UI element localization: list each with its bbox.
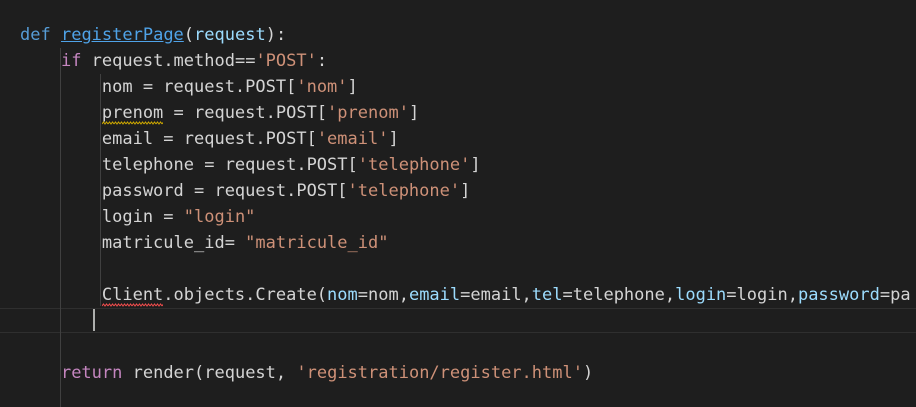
code-token: ] bbox=[470, 155, 481, 175]
code-token: password bbox=[797, 285, 880, 305]
code-token: =pa bbox=[879, 285, 911, 305]
code-token: =telephone, bbox=[562, 285, 676, 305]
code-token: =login, bbox=[726, 285, 798, 305]
code-token: request.method== bbox=[81, 51, 256, 71]
code-line[interactable]: matricule_id= "matricule_id" bbox=[20, 230, 389, 256]
code-line[interactable]: telephone = request.POST['telephone'] bbox=[20, 152, 481, 178]
code-editor[interactable]: def registerPage(request): if request.me… bbox=[0, 0, 916, 407]
code-token: telephone = request.POST[ bbox=[20, 155, 358, 175]
code-line[interactable]: prenom = request.POST['prenom'] bbox=[20, 100, 419, 126]
code-token: 'telephone' bbox=[347, 181, 461, 201]
code-token: 'registration/register.html' bbox=[296, 363, 583, 383]
code-line[interactable]: login = "login" bbox=[20, 204, 256, 230]
code-token: 'telephone' bbox=[357, 155, 471, 175]
code-token: matricule_id= bbox=[20, 233, 246, 253]
code-token: ] bbox=[388, 129, 399, 149]
code-token: "login" bbox=[183, 207, 256, 227]
code-token: prenom = request.POST[ bbox=[20, 103, 328, 123]
error-squiggle bbox=[101, 303, 164, 307]
code-token: def bbox=[20, 25, 51, 45]
code-token: ] bbox=[347, 77, 358, 97]
code-token: : bbox=[316, 51, 328, 71]
code-token: 'POST' bbox=[255, 51, 317, 71]
code-token: login = bbox=[20, 207, 184, 227]
code-token: email bbox=[408, 285, 461, 305]
code-token: 'prenom' bbox=[327, 103, 409, 123]
warning-squiggle bbox=[101, 121, 164, 125]
code-token: render(request, bbox=[122, 363, 297, 383]
code-token: nom bbox=[327, 285, 358, 305]
code-token: request bbox=[194, 25, 266, 45]
code-token: ) bbox=[582, 363, 594, 383]
code-line[interactable]: if request.method=='POST': bbox=[20, 48, 327, 74]
current-line-highlight bbox=[0, 308, 916, 333]
code-token: 'nom' bbox=[296, 77, 348, 97]
code-token: ( bbox=[183, 25, 195, 45]
code-line[interactable]: password = request.POST['telephone'] bbox=[20, 178, 470, 204]
code-token: ] bbox=[408, 103, 420, 123]
code-token: ] bbox=[460, 181, 471, 201]
code-line[interactable]: email = request.POST['email'] bbox=[20, 126, 399, 152]
code-token: 'email' bbox=[316, 129, 389, 149]
code-line[interactable]: return render(request, 'registration/reg… bbox=[20, 360, 593, 386]
code-token: if bbox=[60, 51, 82, 71]
code-token: password = request.POST[ bbox=[20, 181, 348, 201]
code-token: ): bbox=[265, 25, 287, 45]
code-token: registerPage bbox=[60, 25, 184, 45]
code-token: "matricule_id" bbox=[245, 233, 389, 253]
code-line[interactable]: def registerPage(request): bbox=[20, 22, 286, 48]
code-token: tel bbox=[531, 285, 563, 305]
code-token: Client.objects.Create( bbox=[20, 285, 328, 305]
text-cursor bbox=[93, 309, 95, 331]
code-token: =nom, bbox=[357, 285, 409, 305]
code-token: return bbox=[60, 363, 123, 383]
code-token: =email, bbox=[460, 285, 532, 305]
code-token: login bbox=[675, 285, 727, 305]
code-token: email = request.POST[ bbox=[20, 129, 317, 149]
code-line[interactable]: nom = request.POST['nom'] bbox=[20, 74, 358, 100]
code-token: nom = request.POST[ bbox=[20, 77, 297, 97]
